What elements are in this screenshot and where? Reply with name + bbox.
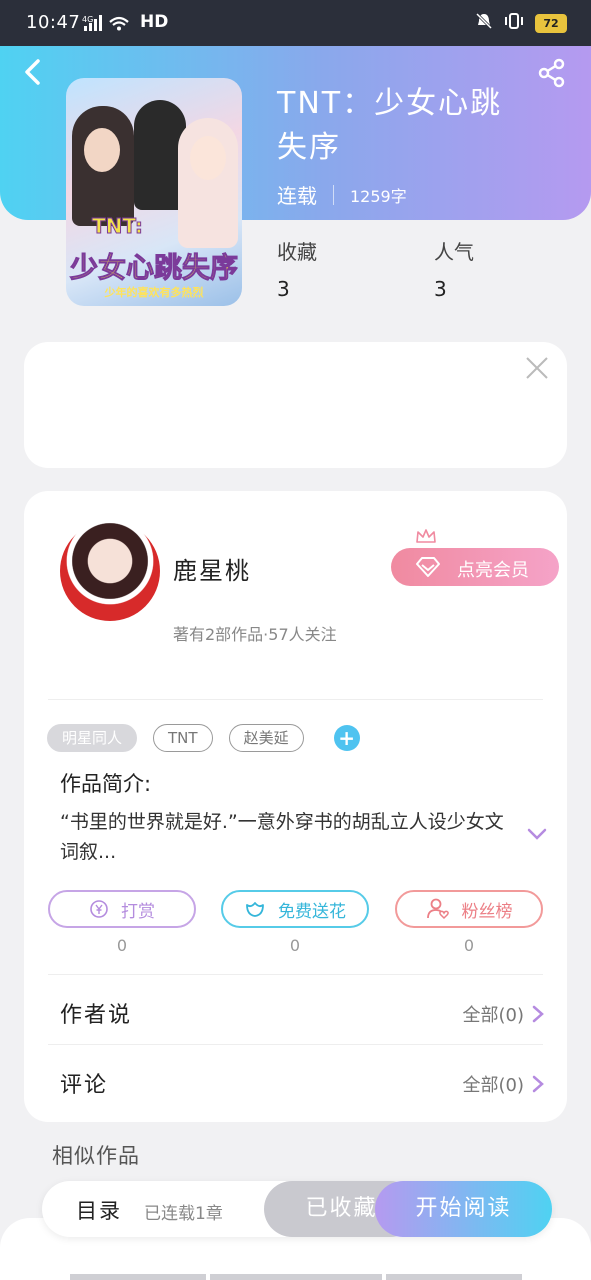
author-says-row[interactable]: 作者说 全部(0) xyxy=(60,991,544,1031)
close-icon xyxy=(526,357,548,379)
cover-title-line1: TNT: xyxy=(92,214,144,239)
divider xyxy=(48,699,543,700)
network-type: 4G xyxy=(82,15,93,24)
send-flower-label: 免费送花 xyxy=(278,901,346,922)
start-reading-button[interactable]: 开始阅读 xyxy=(375,1181,552,1237)
chevron-left-icon xyxy=(25,59,40,85)
signal-icon: 4G xyxy=(82,14,132,37)
chapter-progress: 已连载1章 xyxy=(144,1204,223,1224)
author-avatar[interactable] xyxy=(60,521,160,621)
intro-text: “书里的世界就是好.”一意外穿书的胡乱立人设少女文词叙... xyxy=(60,811,504,863)
stat-label: 人气 xyxy=(434,240,474,264)
stat-value: 3 xyxy=(434,277,447,301)
detail-card: 鹿星桃 著有2部作品·57人关注 点亮会员 明星同人 TNT 赵美延 + 作品简… xyxy=(24,491,567,1122)
comments-more: 全部(0) xyxy=(462,1075,525,1096)
status-right: 72 xyxy=(475,12,567,35)
author-info: 著有2部作品·57人关注 xyxy=(173,625,337,644)
author-says-label: 作者说 xyxy=(60,1003,133,1028)
fan-ranking-label: 粉丝榜 xyxy=(461,901,513,922)
add-tag-button[interactable]: + xyxy=(333,725,360,751)
bottom-handles xyxy=(70,1274,522,1280)
fan-ranking-button[interactable]: 粉丝榜 xyxy=(395,890,543,928)
diamond-icon xyxy=(416,557,440,577)
tag-item[interactable]: 明星同人 xyxy=(47,724,138,752)
chevron-down-icon xyxy=(527,828,547,840)
handle-segment xyxy=(386,1274,522,1280)
tip-count: 0 xyxy=(116,936,128,955)
handle-segment xyxy=(70,1274,206,1280)
similar-works-heading: 相似作品 xyxy=(52,1144,140,1168)
stat-label: 收藏 xyxy=(277,240,317,264)
hd-indicator: HD xyxy=(140,12,169,32)
book-status: 连载 xyxy=(277,184,317,208)
vibrate-icon xyxy=(503,12,525,35)
share-button[interactable] xyxy=(537,58,567,88)
vip-button[interactable]: 点亮会员 xyxy=(391,529,559,586)
status-bar: 10:47 4G HD 72 xyxy=(0,0,591,46)
chevron-right-icon xyxy=(532,1075,544,1093)
intro-label: 作品简介: xyxy=(60,772,152,796)
author-name[interactable]: 鹿星桃 xyxy=(173,551,251,586)
divider xyxy=(48,974,543,975)
back-button[interactable] xyxy=(22,58,46,86)
cover-face xyxy=(84,128,120,172)
yen-coin-icon xyxy=(90,900,108,918)
book-cover[interactable]: TNT: 少女心跳失序 少年的喜欢有多热烈 xyxy=(66,78,242,306)
battery-icon: 72 xyxy=(535,14,567,33)
meta-divider xyxy=(333,184,334,205)
ad-close-button[interactable] xyxy=(525,356,549,380)
expand-intro-button[interactable] xyxy=(527,826,547,840)
book-title: TNT：少女心跳失序 xyxy=(277,86,503,165)
stat-value: 3 xyxy=(277,277,290,301)
flower-count: 0 xyxy=(289,936,301,955)
tag-item[interactable]: TNT xyxy=(153,724,213,752)
ad-card xyxy=(24,342,567,468)
send-flower-button[interactable]: 免费送花 xyxy=(221,890,369,928)
bottom-action-bar: 目录 已连载1章 已收藏 开始阅读 xyxy=(42,1181,552,1237)
status-time: 10:47 xyxy=(26,12,81,33)
handle-segment xyxy=(210,1274,382,1280)
divider xyxy=(48,1044,543,1045)
tip-button[interactable]: 打赏 xyxy=(48,890,196,928)
flower-icon xyxy=(246,902,264,917)
tip-label: 打赏 xyxy=(121,901,155,922)
catalog-button[interactable]: 目录 xyxy=(76,1195,122,1225)
word-count: 1259字 xyxy=(350,186,407,206)
tag-list: 明星同人 TNT 赵美延 + xyxy=(47,724,360,752)
share-icon xyxy=(538,58,565,88)
book-meta: 连载 1259字 xyxy=(277,180,407,209)
comments-row[interactable]: 评论 全部(0) xyxy=(60,1061,544,1101)
mute-icon xyxy=(475,12,493,35)
stat-favorites: 收藏 3 xyxy=(277,236,317,301)
fan-count: 0 xyxy=(463,936,475,955)
crown-icon xyxy=(416,529,436,543)
tag-item[interactable]: 赵美延 xyxy=(228,724,304,752)
author-says-more: 全部(0) xyxy=(462,1005,525,1026)
cover-title-line3: 少年的喜欢有多热烈 xyxy=(104,286,204,299)
user-heart-icon xyxy=(426,898,449,920)
vip-label: 点亮会员 xyxy=(457,560,529,581)
chevron-right-icon xyxy=(532,1005,544,1023)
cover-title-line2: 少女心跳失序 xyxy=(69,251,238,285)
stat-popularity: 人气 3 xyxy=(434,236,474,301)
comments-label: 评论 xyxy=(60,1073,109,1098)
cover-face xyxy=(190,136,226,180)
